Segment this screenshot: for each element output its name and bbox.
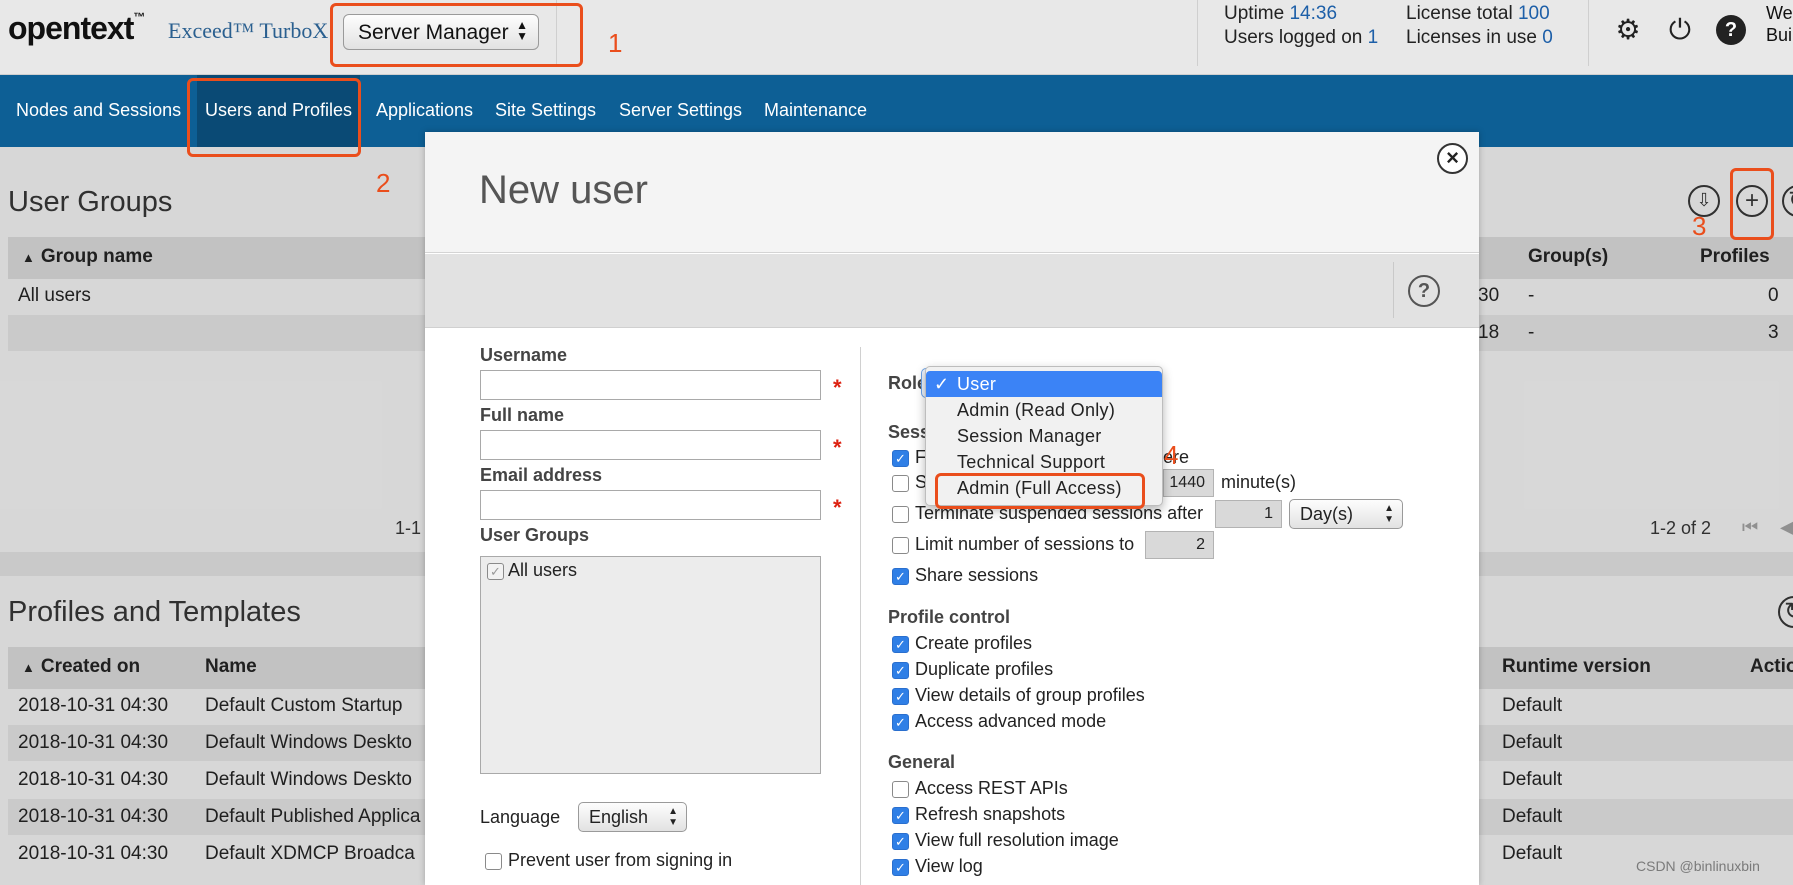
limit-sessions-label: Limit number of sessions to bbox=[915, 534, 1135, 554]
annotation-number-3: 3 bbox=[1692, 211, 1707, 241]
view-log-checkbox[interactable]: ✓ bbox=[892, 859, 909, 876]
annotation-number-2: 2 bbox=[376, 168, 391, 198]
annotation-box-2 bbox=[187, 78, 361, 157]
refresh-snapshots-label: Refresh snapshots bbox=[915, 804, 1066, 824]
email-field[interactable] bbox=[480, 490, 821, 520]
limit-sessions-input[interactable]: 2 bbox=[1145, 531, 1214, 559]
rest-api-checkbox[interactable] bbox=[892, 781, 909, 798]
user-groups-list[interactable]: ✓ All users bbox=[480, 556, 821, 774]
select-arrows-icon: ▲ ▼ bbox=[668, 806, 678, 828]
terminate-unit-select[interactable]: Day(s) ▲ ▼ bbox=[1289, 499, 1403, 529]
username-field[interactable] bbox=[480, 370, 821, 400]
close-icon[interactable]: × bbox=[1437, 143, 1468, 174]
advanced-mode-label: Access advanced mode bbox=[915, 711, 1107, 731]
opentext-logo: opentext™ bbox=[8, 10, 145, 46]
top-header: opentext™ Exceed™ TurboX Server Manager … bbox=[0, 0, 1793, 75]
product-name: Exceed™ TurboX bbox=[168, 18, 329, 43]
timeout-input[interactable]: 1440 bbox=[1163, 469, 1214, 497]
fullname-label: Full name bbox=[480, 405, 565, 425]
annotation-number-4: 4 bbox=[1164, 440, 1179, 470]
duplicate-profiles-checkbox[interactable]: ✓ bbox=[892, 662, 909, 679]
welcome-text: We Bui bbox=[1766, 3, 1793, 45]
header-divider bbox=[1588, 0, 1589, 66]
role-option-technical-support[interactable]: Technical Support bbox=[926, 449, 1162, 475]
email-label: Email address bbox=[480, 465, 603, 485]
uptime-status: Uptime 14:36 Users logged on 1 bbox=[1224, 3, 1379, 48]
annotation-box-4 bbox=[935, 473, 1145, 509]
required-mark: * bbox=[833, 495, 842, 520]
all-users-label: All users bbox=[508, 560, 578, 580]
toolbar-divider bbox=[1393, 262, 1394, 318]
role-option-admin-read-only[interactable]: Admin (Read Only) bbox=[926, 397, 1162, 423]
profile-control-label: Profile control bbox=[888, 607, 1011, 627]
view-log-label: View log bbox=[915, 856, 983, 876]
help-icon[interactable]: ? bbox=[1408, 275, 1440, 307]
tab-nodes-and-sessions[interactable]: Nodes and Sessions bbox=[8, 75, 189, 147]
license-status: License total 100 Licenses in use 0 bbox=[1406, 3, 1553, 48]
view-details-label: View details of group profiles bbox=[915, 685, 1145, 705]
role-option-user[interactable]: ✓ User bbox=[926, 371, 1162, 397]
dialog-toolbar: ? bbox=[425, 254, 1479, 328]
terminate-input[interactable]: 1 bbox=[1215, 500, 1282, 528]
language-select[interactable]: English ▲ ▼ bbox=[578, 802, 687, 832]
limit-sessions-checkbox[interactable] bbox=[892, 537, 909, 554]
required-mark: * bbox=[833, 375, 842, 400]
language-label: Language bbox=[480, 807, 561, 827]
share-sessions-label: Share sessions bbox=[915, 565, 1039, 585]
dialog-title: New user bbox=[479, 168, 648, 212]
dialog-header: New user × bbox=[425, 132, 1479, 253]
column-divider bbox=[860, 347, 861, 885]
terminate-checkbox[interactable] bbox=[892, 506, 909, 523]
session-checkbox-2[interactable] bbox=[892, 475, 909, 492]
share-sessions-checkbox[interactable]: ✓ bbox=[892, 568, 909, 585]
annotation-box-3 bbox=[1730, 168, 1774, 240]
timeout-unit: minute(s) bbox=[1221, 472, 1297, 492]
full-resolution-checkbox[interactable]: ✓ bbox=[892, 833, 909, 850]
required-mark: * bbox=[833, 435, 842, 460]
session-checkbox-1[interactable]: ✓ bbox=[892, 450, 909, 467]
prevent-signin-checkbox[interactable] bbox=[485, 853, 502, 870]
check-icon: ✓ bbox=[934, 374, 950, 394]
annotation-number-1: 1 bbox=[608, 28, 623, 58]
general-label: General bbox=[888, 752, 956, 772]
header-divider bbox=[1197, 0, 1198, 66]
all-users-checkbox[interactable]: ✓ bbox=[487, 563, 504, 580]
duplicate-profiles-label: Duplicate profiles bbox=[915, 659, 1054, 679]
fullname-field[interactable] bbox=[480, 430, 821, 460]
help-icon[interactable]: ? bbox=[1716, 15, 1746, 45]
advanced-mode-checkbox[interactable]: ✓ bbox=[892, 714, 909, 731]
prevent-signin-label: Prevent user from signing in bbox=[508, 850, 733, 870]
refresh-snapshots-checkbox[interactable]: ✓ bbox=[892, 807, 909, 824]
sessions-label: Sess bbox=[888, 422, 931, 442]
full-resolution-label: View full resolution image bbox=[915, 830, 1119, 850]
select-arrows-icon: ▲ ▼ bbox=[1384, 503, 1394, 525]
gear-icon[interactable]: ⚙ bbox=[1612, 14, 1644, 46]
user-groups-label: User Groups bbox=[480, 525, 590, 545]
power-icon[interactable]: ⏻ bbox=[1664, 14, 1696, 46]
view-details-checkbox[interactable]: ✓ bbox=[892, 688, 909, 705]
annotation-box-1 bbox=[330, 3, 583, 67]
role-option-session-manager[interactable]: Session Manager bbox=[926, 423, 1162, 449]
watermark: CSDN @binlinuxbin bbox=[1636, 858, 1760, 874]
create-profiles-checkbox[interactable]: ✓ bbox=[892, 636, 909, 653]
username-label: Username bbox=[480, 345, 568, 365]
create-profiles-label: Create profiles bbox=[915, 633, 1033, 653]
rest-api-label: Access REST APIs bbox=[915, 778, 1068, 798]
